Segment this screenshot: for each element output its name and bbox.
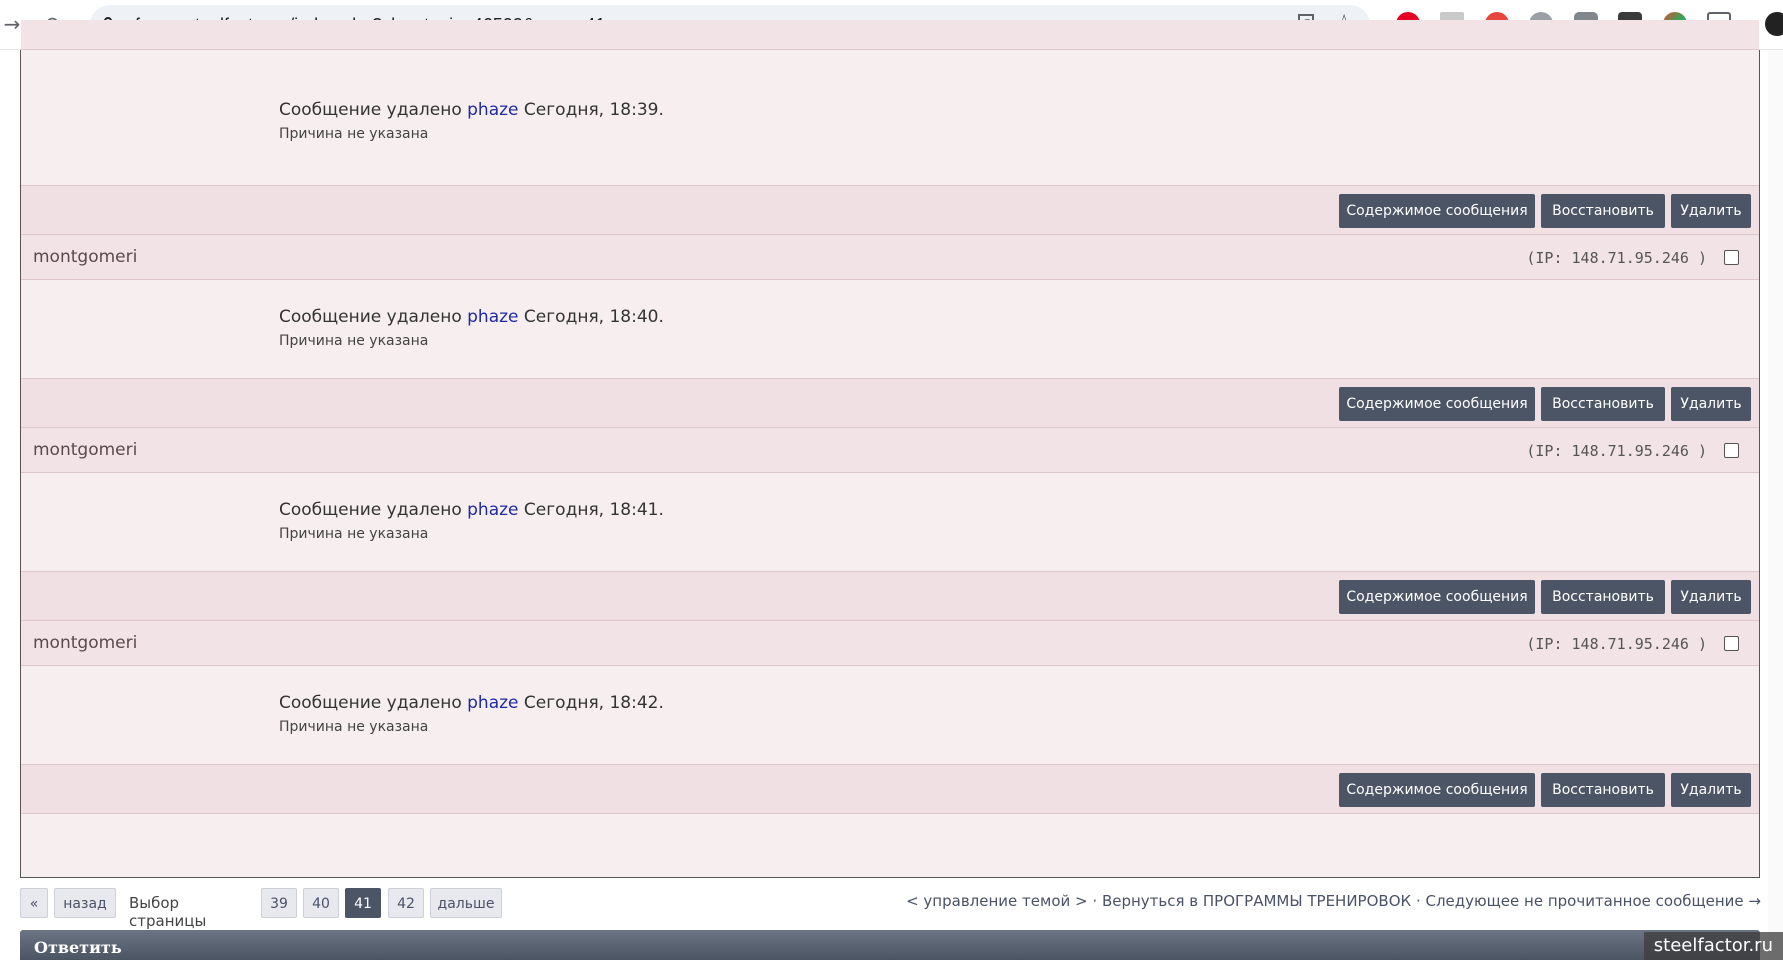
deleted-message-line: Сообщение удалено phaze Сегодня, 18:40. [279, 307, 664, 327]
post-ip: (IP: 148.71.95.246 ) [1526, 635, 1707, 653]
post-body: Сообщение удалено phaze Сегодня, 18:39. … [21, 50, 1759, 185]
moderator-link[interactable]: phaze [467, 100, 518, 120]
post-header: montgomeri (IP: 148.71.95.246 ) [21, 621, 1759, 666]
page-link-39[interactable]: 39 [261, 888, 297, 918]
manage-topic-link[interactable]: < управление темой > [906, 892, 1088, 910]
post-actions: Содержимое сообщения Восстановить Удалит… [21, 764, 1759, 814]
post-ip: (IP: 148.71.95.246 ) [1526, 442, 1707, 460]
profile-avatar[interactable] [1765, 12, 1783, 36]
deleted-prefix: Сообщение удалено [279, 307, 462, 327]
post-header: montgomeri (IP: 148.71.95.246 ) [21, 428, 1759, 473]
delete-button[interactable]: Удалить [1671, 773, 1751, 807]
post-author[interactable]: montgomeri [33, 247, 137, 267]
page-scrollbar[interactable] [1768, 50, 1783, 960]
post-body: Сообщение удалено phaze Сегодня, 18:41. … [21, 473, 1759, 571]
content-button[interactable]: Содержимое сообщения [1339, 580, 1535, 614]
content-button[interactable]: Содержимое сообщения [1339, 194, 1535, 228]
deleted-prefix: Сообщение удалено [279, 100, 462, 120]
separator: · [1092, 892, 1098, 910]
page-link-40[interactable]: 40 [303, 888, 339, 918]
content-button[interactable]: Содержимое сообщения [1339, 387, 1535, 421]
restore-button[interactable]: Восстановить [1541, 773, 1665, 807]
prev-page-button[interactable]: назад [54, 888, 116, 918]
post-header [21, 20, 1759, 50]
deleted-message-line: Сообщение удалено phaze Сегодня, 18:41. [279, 500, 664, 520]
deleted-message-line: Сообщение удалено phaze Сегодня, 18:39. [279, 100, 664, 120]
deleted-time: Сегодня, 18:42. [523, 693, 664, 713]
post-ip: (IP: 148.71.95.246 ) [1526, 249, 1707, 267]
post-actions: Содержимое сообщения Восстановить Удалит… [21, 378, 1759, 428]
first-page-button[interactable]: « [20, 888, 48, 918]
page-select-label: Выбор страницы [129, 894, 207, 930]
post-select-checkbox[interactable] [1724, 636, 1739, 651]
next-unread-link[interactable]: Следующее не прочитанное сообщение → [1426, 892, 1762, 910]
deleted-prefix: Сообщение удалено [279, 500, 462, 520]
page-link-42[interactable]: 42 [388, 888, 424, 918]
deleted-time: Сегодня, 18:40. [523, 307, 664, 327]
posts-container: Сообщение удалено phaze Сегодня, 18:39. … [20, 20, 1760, 878]
moderator-link[interactable]: phaze [467, 307, 518, 327]
watermark: steelfactor.ru [1643, 932, 1783, 960]
post-select-checkbox[interactable] [1724, 443, 1739, 458]
post-body: Сообщение удалено phaze Сегодня, 18:42. … [21, 666, 1759, 764]
next-page-button[interactable]: дальше [430, 888, 502, 918]
topic-links: < управление темой > · Вернуться в ПРОГР… [906, 892, 1761, 910]
deletion-reason: Причина не указана [279, 333, 429, 349]
post-header: montgomeri (IP: 148.71.95.246 ) [21, 235, 1759, 280]
deleted-message-line: Сообщение удалено phaze Сегодня, 18:42. [279, 693, 664, 713]
restore-button[interactable]: Восстановить [1541, 194, 1665, 228]
post-actions: Содержимое сообщения Восстановить Удалит… [21, 571, 1759, 621]
post-actions: Содержимое сообщения Восстановить Удалит… [21, 185, 1759, 235]
page-link-41-current[interactable]: 41 [345, 888, 381, 918]
delete-button[interactable]: Удалить [1671, 194, 1751, 228]
restore-button[interactable]: Восстановить [1541, 387, 1665, 421]
post-body: Сообщение удалено phaze Сегодня, 18:40. … [21, 280, 1759, 378]
content-button[interactable]: Содержимое сообщения [1339, 773, 1535, 807]
deletion-reason: Причина не указана [279, 526, 429, 542]
deletion-reason: Причина не указана [279, 126, 429, 142]
reply-bar[interactable]: Ответить [20, 930, 1760, 960]
delete-button[interactable]: Удалить [1671, 387, 1751, 421]
separator: · [1415, 892, 1421, 910]
moderator-link[interactable]: phaze [467, 500, 518, 520]
post-author[interactable]: montgomeri [33, 440, 137, 460]
deletion-reason: Причина не указана [279, 719, 429, 735]
deleted-prefix: Сообщение удалено [279, 693, 462, 713]
post-select-checkbox[interactable] [1724, 250, 1739, 265]
delete-button[interactable]: Удалить [1671, 580, 1751, 614]
reply-label[interactable]: Ответить [34, 938, 122, 957]
restore-button[interactable]: Восстановить [1541, 580, 1665, 614]
back-to-forum-link[interactable]: Вернуться в ПРОГРАММЫ ТРЕНИРОВОК [1102, 892, 1411, 910]
deleted-time: Сегодня, 18:41. [523, 500, 664, 520]
deleted-time: Сегодня, 18:39. [523, 100, 664, 120]
moderator-link[interactable]: phaze [467, 693, 518, 713]
post-author[interactable]: montgomeri [33, 633, 137, 653]
